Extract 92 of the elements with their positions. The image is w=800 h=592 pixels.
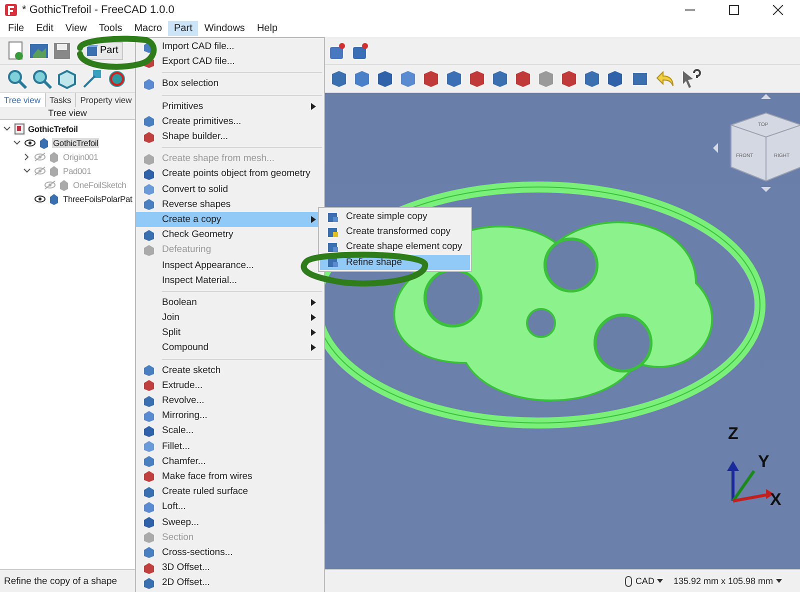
menu-item[interactable]: 2D Offset... — [136, 575, 324, 590]
menu-item[interactable]: 3D Offset... — [136, 560, 324, 576]
cube-icon — [327, 240, 339, 253]
menu-item[interactable]: Fillet... — [136, 438, 324, 454]
shape-icon — [48, 165, 60, 177]
cube-icon — [327, 226, 339, 238]
menu-bar-item[interactable]: Macro — [128, 21, 168, 36]
dimensions-button[interactable]: 135.92 mm x 105.98 mm — [673, 576, 782, 586]
zoom-fit-icon[interactable] — [6, 68, 28, 90]
menu-bar-item[interactable]: Tools — [92, 21, 128, 36]
menu-item[interactable]: Compound — [136, 340, 324, 356]
menu-item[interactable]: Box selection — [136, 76, 324, 92]
measure-arrow-icon[interactable] — [81, 68, 103, 90]
menu-bar-item[interactable]: Edit — [30, 21, 60, 36]
shape-tool-icon[interactable] — [350, 40, 370, 60]
menu-item[interactable]: Scale... — [136, 423, 324, 438]
tree-item[interactable]: GothicTrefoil — [27, 124, 79, 134]
tree-item[interactable]: ThreeFoilsPolarPat — [62, 194, 134, 204]
caret-icon — [776, 579, 782, 583]
part-tool-icon[interactable] — [398, 68, 418, 88]
part-tool-icon[interactable] — [444, 68, 464, 88]
menu-item[interactable]: Create primitives... — [136, 114, 324, 129]
expander-icon[interactable] — [3, 125, 11, 133]
eye-icon[interactable] — [24, 138, 36, 148]
submenu-arrow-icon — [311, 298, 316, 306]
document-icon — [14, 123, 25, 135]
app-logo-icon — [4, 3, 18, 17]
new-file-icon[interactable] — [6, 40, 26, 60]
menu-item[interactable]: Chamfer... — [136, 454, 324, 469]
axis-label: Y — [758, 452, 770, 471]
submenu-arrow-icon — [311, 102, 316, 110]
save-icon[interactable] — [52, 40, 72, 60]
menu-bar-item[interactable]: Help — [250, 21, 284, 36]
panel-tab[interactable]: Tree view — [0, 93, 46, 107]
menu-item[interactable]: Join — [136, 310, 324, 326]
menu-bar-item[interactable]: View — [59, 21, 93, 36]
menu-item[interactable]: Revolve... — [136, 392, 324, 408]
menu-item[interactable]: Split — [136, 325, 324, 340]
menu-item[interactable]: Primitives — [136, 98, 324, 114]
shape-icon — [48, 151, 60, 163]
menu-item[interactable]: Create sketch — [136, 362, 324, 378]
part-tool-icon[interactable] — [536, 68, 556, 88]
menu-item[interactable]: Import CAD file... — [136, 39, 324, 54]
menu-item[interactable]: Make face from wires — [136, 468, 324, 484]
window-title: * GothicTrefoil - FreeCAD 1.0.0 — [22, 4, 174, 16]
navigation-style-button[interactable]: CAD — [625, 576, 664, 586]
part-tool-icon[interactable] — [582, 68, 602, 88]
part-tool-icon[interactable] — [329, 68, 349, 88]
menu-bar-item[interactable]: Part — [168, 21, 198, 36]
part-tool-icon[interactable] — [352, 68, 372, 88]
expander-icon[interactable] — [23, 153, 31, 161]
menu-item[interactable]: Cross-sections... — [136, 544, 324, 560]
shape-icon — [48, 193, 60, 205]
menu-item[interactable]: Mirroring... — [136, 408, 324, 424]
menu-item[interactable]: Boolean — [136, 294, 324, 310]
part-tool-icon[interactable] — [559, 68, 579, 88]
view-cube-icon[interactable] — [56, 68, 78, 90]
caret-icon — [657, 579, 664, 583]
status-message: Refine the copy of a shape — [4, 576, 118, 586]
zoom-selection-icon[interactable] — [31, 68, 53, 90]
axis-label: Z — [728, 424, 738, 443]
menu-item[interactable]: Extrude... — [136, 378, 324, 393]
submenu-arrow-icon — [311, 216, 316, 223]
panel-header: Tree view — [0, 107, 135, 120]
part-tool-icon[interactable] — [467, 68, 487, 88]
shape-icon — [38, 137, 50, 149]
mouse-icon — [625, 576, 632, 586]
cube-icon — [327, 210, 339, 223]
part-tool-icon[interactable] — [375, 68, 395, 88]
menu-item[interactable]: Convert to solid — [136, 182, 324, 197]
menu-item[interactable]: Inspect Material... — [136, 272, 324, 288]
part-tool-icon[interactable] — [605, 68, 625, 88]
part-tool-icon[interactable] — [513, 68, 533, 88]
whats-this-icon[interactable] — [680, 68, 702, 88]
menu-item[interactable]: Create points object from geometry — [136, 166, 324, 182]
part-tool-icon[interactable] — [421, 68, 441, 88]
shape-tool-icon[interactable] — [327, 40, 348, 60]
menu-item[interactable]: Reverse shapes — [136, 196, 324, 212]
menu-bar-item[interactable]: File — [2, 21, 30, 36]
expander-icon[interactable] — [23, 167, 31, 175]
expander-icon[interactable] — [13, 139, 21, 147]
menu-item[interactable]: Sweep... — [136, 514, 324, 530]
tree-item[interactable]: GothicTrefoil — [52, 138, 100, 148]
menu-bar-item[interactable]: Windows — [198, 21, 251, 36]
menu-item[interactable]: Shape builder... — [136, 128, 324, 144]
menu-item[interactable]: Loft... — [136, 499, 324, 514]
part-tool-icon[interactable] — [490, 68, 510, 88]
shape-icon — [58, 179, 70, 191]
menu-item[interactable]: Create ruled surface — [136, 484, 324, 500]
axis-label: X — [770, 490, 782, 509]
eye-icon[interactable] — [34, 194, 46, 204]
cube-icon — [86, 44, 98, 56]
